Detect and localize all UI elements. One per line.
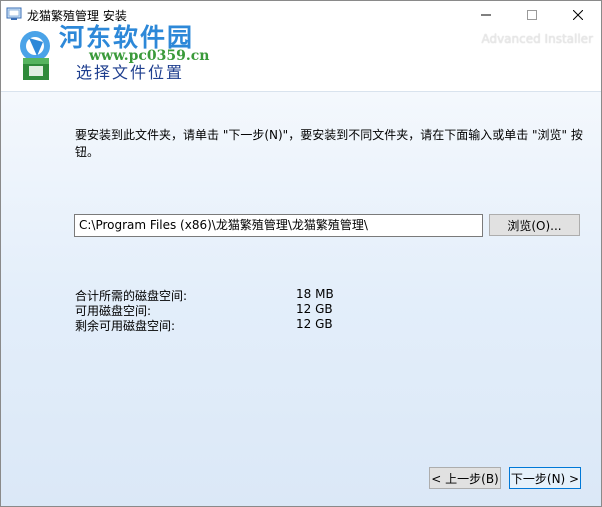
instruction-text: 要安装到此文件夹，请单击 "下一步(N)"，要安装到不同文件夹，请在下面输入或单…: [75, 128, 583, 159]
close-button[interactable]: [555, 1, 601, 28]
close-icon: [573, 9, 583, 20]
header-banner: 河东软件园 www.pc0359.cn 选择文件位置 Advanced Inst…: [1, 23, 601, 91]
install-path-input[interactable]: C:\Program Files (x86)\龙猫繁殖管理\龙猫繁殖管理\: [74, 214, 483, 237]
minimize-button[interactable]: [463, 1, 509, 28]
disk-remaining-label: 剩余可用磁盘空间:: [75, 319, 176, 333]
back-button[interactable]: < 上一步(B): [429, 467, 501, 489]
next-button[interactable]: 下一步(N) >: [509, 467, 581, 489]
disk-required-value: 18 MB: [296, 287, 334, 301]
header-divider: [1, 91, 601, 92]
brand-label: Advanced Installer: [481, 32, 593, 46]
maximize-button[interactable]: [509, 1, 555, 28]
browse-button[interactable]: 浏览(O)...: [489, 214, 580, 236]
maximize-icon: [527, 9, 537, 20]
disk-available-value: 12 GB: [296, 302, 333, 316]
watermark-logo-icon: [20, 31, 50, 80]
minimize-icon: [481, 14, 491, 15]
installer-app-icon: [6, 7, 22, 20]
page-title: 选择文件位置: [76, 63, 185, 82]
installer-window: 龙猫繁殖管理 安装 河东软件园 www.pc0359.cn 选择文件位置 Adv…: [0, 0, 602, 507]
disk-remaining-value: 12 GB: [296, 317, 333, 331]
